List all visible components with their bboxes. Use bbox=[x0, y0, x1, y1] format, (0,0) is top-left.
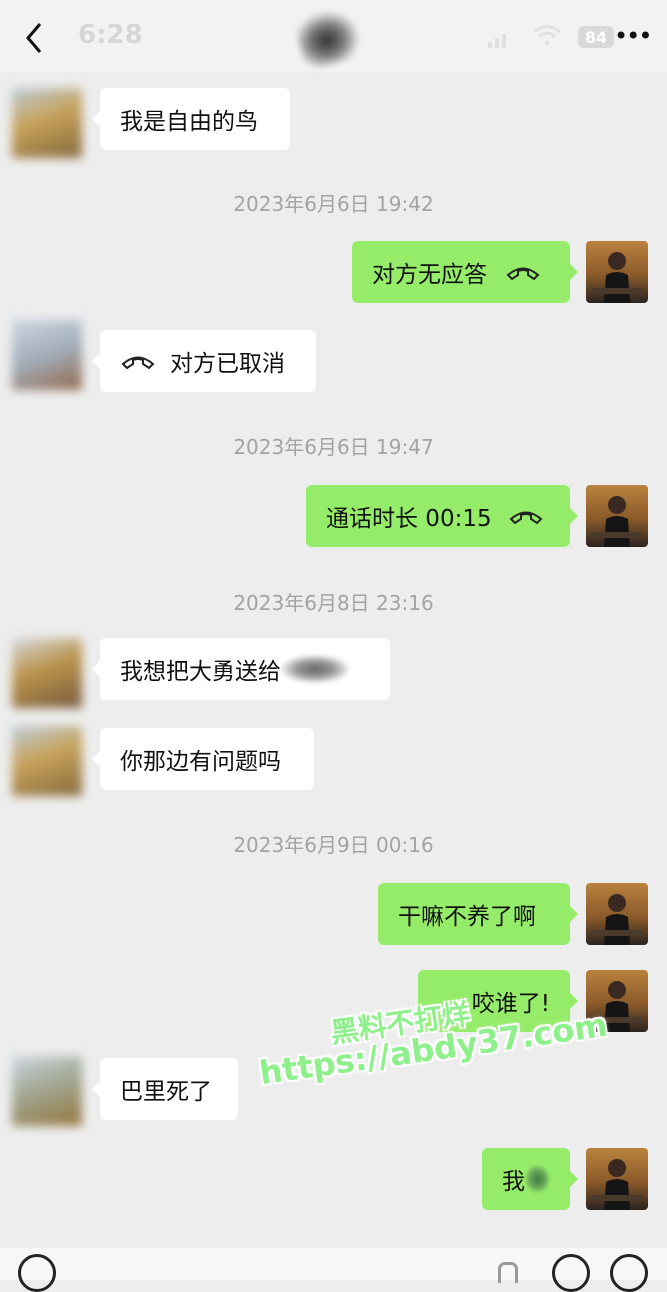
message-bubble-outgoing[interactable]: 干嘛不养了啊 bbox=[378, 883, 578, 945]
contact-avatar[interactable] bbox=[12, 1056, 82, 1126]
message-bubble-outgoing[interactable]: 我 bbox=[482, 1148, 578, 1210]
timestamp: 2023年6月6日 19:42 bbox=[233, 192, 434, 216]
message-text: 我 bbox=[502, 1169, 525, 1195]
message-text: 咬谁了! bbox=[471, 991, 550, 1017]
redacted-text bbox=[281, 655, 349, 683]
message-text: 干嘛不养了啊 bbox=[398, 904, 536, 930]
contact-avatar[interactable] bbox=[12, 88, 82, 158]
phone-hangup-icon bbox=[509, 511, 543, 525]
emoji-icon[interactable] bbox=[552, 1254, 590, 1292]
status-time: 6:28 bbox=[78, 20, 143, 50]
message-text: 对方无应答 bbox=[372, 262, 487, 288]
message-text: 我想把大勇送给 bbox=[120, 659, 281, 685]
message-bubble-incoming[interactable]: 巴里死了 bbox=[92, 1058, 238, 1120]
message-text: 通话时长 00:15 bbox=[326, 506, 492, 532]
wifi-icon bbox=[532, 24, 562, 50]
signal-icon bbox=[488, 30, 512, 52]
my-avatar[interactable] bbox=[586, 241, 648, 303]
message-text: 我是自由的鸟 bbox=[120, 109, 258, 135]
phone-hangup-icon bbox=[121, 356, 155, 370]
call-bubble-outgoing[interactable]: 通话时长 00:15 bbox=[306, 485, 578, 547]
contact-avatar[interactable] bbox=[12, 320, 82, 390]
call-bubble-incoming[interactable]: 对方已取消 bbox=[92, 330, 316, 392]
contact-avatar[interactable] bbox=[12, 726, 82, 796]
plus-icon[interactable] bbox=[610, 1254, 648, 1292]
call-bubble-outgoing[interactable]: 对方无应答 bbox=[352, 241, 578, 303]
battery-indicator: 84 bbox=[578, 26, 614, 48]
message-text: 巴里死了 bbox=[120, 1079, 212, 1105]
timestamp: 2023年6月9日 00:16 bbox=[233, 833, 434, 857]
my-avatar[interactable] bbox=[586, 883, 648, 945]
more-icon[interactable]: ••• bbox=[614, 22, 652, 50]
my-avatar[interactable] bbox=[586, 485, 648, 547]
message-text: 你那边有问题吗 bbox=[120, 749, 281, 775]
phone-hangup-icon bbox=[506, 267, 540, 281]
redacted-text bbox=[525, 1165, 550, 1193]
message-bubble-incoming[interactable]: 你那边有问题吗 bbox=[92, 728, 314, 790]
my-avatar[interactable] bbox=[586, 1148, 648, 1210]
contact-avatar[interactable] bbox=[12, 638, 82, 708]
timestamp: 2023年6月6日 19:47 bbox=[233, 435, 434, 459]
message-text: 对方已取消 bbox=[170, 351, 285, 377]
back-arrow-icon[interactable] bbox=[18, 18, 52, 58]
message-bubble-incoming[interactable]: 我想把大勇送给 bbox=[92, 638, 390, 700]
timestamp: 2023年6月8日 23:16 bbox=[233, 591, 434, 615]
message-bubble-incoming[interactable]: 我是自由的鸟 bbox=[92, 88, 290, 150]
voice-icon[interactable] bbox=[18, 1254, 56, 1292]
